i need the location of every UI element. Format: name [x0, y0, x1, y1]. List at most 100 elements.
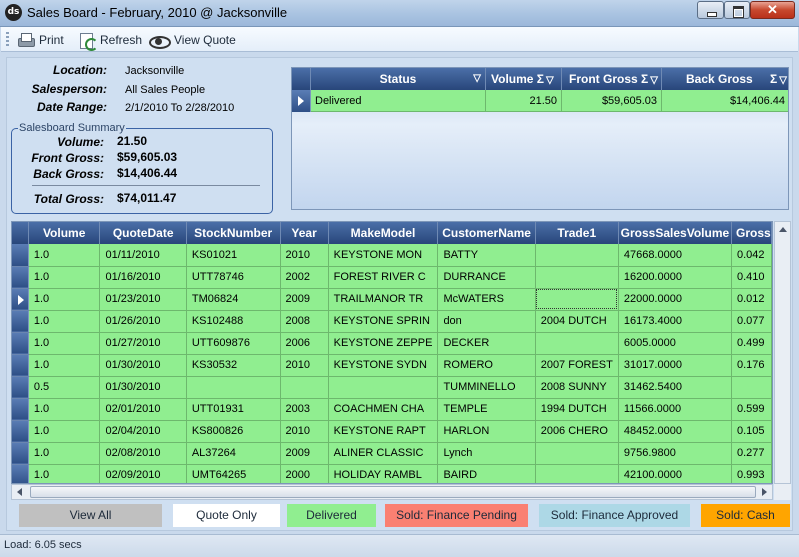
- customer-name-cell[interactable]: McWATERS: [437, 288, 536, 311]
- column-header-gross-sales-volume[interactable]: GrossSalesVolume: [618, 222, 733, 244]
- quote-date-cell[interactable]: 01/30/2010: [99, 376, 187, 399]
- row-selector[interactable]: [12, 442, 29, 465]
- title-bar[interactable]: ds Sales Board - February, 2010 @ Jackso…: [0, 0, 799, 27]
- table-row[interactable]: 1.0 01/27/2010 UTT609876 2006 KEYSTONE ZEPPE…: [12, 332, 772, 355]
- customer-name-cell[interactable]: TUMMINELLO: [437, 376, 536, 399]
- finance-pending-button[interactable]: Sold: Finance Pending: [385, 504, 528, 527]
- row-selector[interactable]: [12, 464, 29, 483]
- sales-grid[interactable]: Volume QuoteDate StockNumber Year MakeMo…: [11, 221, 773, 484]
- year-cell[interactable]: 2006: [280, 332, 329, 355]
- row-selector[interactable]: [12, 244, 29, 267]
- status-column-header[interactable]: Status ▽: [311, 68, 486, 90]
- year-cell[interactable]: 2010: [280, 354, 329, 377]
- customer-name-cell[interactable]: HARLON: [437, 420, 536, 443]
- filter-icon[interactable]: ▽: [650, 75, 658, 86]
- row-selector[interactable]: [12, 398, 29, 421]
- gross-cell[interactable]: [731, 376, 772, 399]
- volume-cell[interactable]: 1.0: [28, 310, 101, 333]
- quote-date-cell[interactable]: 01/30/2010: [99, 354, 187, 377]
- quote-date-cell[interactable]: 02/01/2010: [99, 398, 187, 421]
- year-cell[interactable]: 2010: [280, 420, 329, 443]
- gross-cell[interactable]: 0.042: [731, 244, 772, 267]
- customer-name-cell[interactable]: Lynch: [437, 442, 536, 465]
- make-model-cell[interactable]: ALINER CLASSIC: [328, 442, 439, 465]
- table-row[interactable]: 0.5 01/30/2010 TUMMINELLO 2008 SUNNY 31462.5…: [12, 376, 772, 399]
- sigma-icon[interactable]: Σ: [770, 72, 777, 86]
- vertical-scrollbar[interactable]: [774, 221, 791, 484]
- make-model-cell[interactable]: KEYSTONE RAPT: [328, 420, 439, 443]
- front-gross-column-header[interactable]: Front Gross Σ ▽: [562, 68, 662, 90]
- scroll-up-icon[interactable]: [779, 227, 787, 232]
- delivered-button[interactable]: Delivered: [287, 504, 376, 527]
- make-model-cell[interactable]: COACHMEN CHA: [328, 398, 439, 421]
- quote-date-cell[interactable]: 02/09/2010: [99, 464, 187, 483]
- gross-cell[interactable]: 0.277: [731, 442, 772, 465]
- volume-column-header[interactable]: Volume Σ ▽: [486, 68, 562, 90]
- make-model-cell[interactable]: KEYSTONE SYDN: [328, 354, 439, 377]
- stock-number-cell[interactable]: UMT64265: [186, 464, 281, 483]
- table-row[interactable]: 1.0 02/08/2010 AL37264 2009 ALINER CLASSIC Ly…: [12, 442, 772, 465]
- stock-number-cell[interactable]: UTT01931: [186, 398, 281, 421]
- gross-sales-volume-cell[interactable]: 47668.0000: [618, 244, 733, 267]
- stock-number-cell[interactable]: KS102488: [186, 310, 281, 333]
- table-row[interactable]: 1.0 01/30/2010 KS30532 2010 KEYSTONE SYDN ROM…: [12, 354, 772, 377]
- column-header-volume[interactable]: Volume: [28, 222, 101, 244]
- gross-cell[interactable]: 0.012: [731, 288, 772, 311]
- row-selector[interactable]: [12, 310, 29, 333]
- trade1-cell[interactable]: [535, 464, 619, 483]
- row-selector[interactable]: [12, 354, 29, 377]
- filter-icon[interactable]: ▽: [473, 68, 481, 90]
- sigma-icon[interactable]: Σ: [641, 72, 648, 86]
- table-row[interactable]: 1.0 02/04/2010 KS800826 2010 KEYSTONE RAPT HA…: [12, 420, 772, 443]
- stock-number-cell[interactable]: TM06824: [186, 288, 281, 311]
- scrollbar-thumb[interactable]: [30, 486, 756, 498]
- quote-only-button[interactable]: Quote Only: [173, 504, 280, 527]
- trade1-cell[interactable]: 2004 DUTCH: [535, 310, 619, 333]
- table-row[interactable]: 1.0 02/01/2010 UTT01931 2003 COACHMEN CHA TEM…: [12, 398, 772, 421]
- sigma-icon[interactable]: Σ: [537, 72, 544, 86]
- gross-cell[interactable]: 0.410: [731, 266, 772, 289]
- customer-name-cell[interactable]: DURRANCE: [437, 266, 536, 289]
- column-header-trade1[interactable]: Trade1: [535, 222, 619, 244]
- gross-sales-volume-cell[interactable]: 6005.0000: [618, 332, 733, 355]
- trade1-cell[interactable]: 1994 DUTCH: [535, 398, 619, 421]
- gross-sales-volume-cell[interactable]: 9756.9800: [618, 442, 733, 465]
- column-header-gross[interactable]: Gross: [731, 222, 772, 244]
- volume-cell[interactable]: 0.5: [28, 376, 101, 399]
- volume-cell[interactable]: 1.0: [28, 420, 101, 443]
- stock-number-cell[interactable]: UTT609876: [186, 332, 281, 355]
- gross-sales-volume-cell[interactable]: 22000.0000: [618, 288, 733, 311]
- table-row[interactable]: 1.0 01/23/2010 TM06824 2009 TRAILMANOR TR McW…: [12, 288, 772, 311]
- front-gross-cell[interactable]: $59,605.03: [562, 90, 662, 112]
- scroll-left-icon[interactable]: [17, 488, 22, 496]
- column-header-year[interactable]: Year: [280, 222, 329, 244]
- year-cell[interactable]: 2002: [280, 266, 329, 289]
- volume-cell[interactable]: 1.0: [28, 288, 101, 311]
- customer-name-cell[interactable]: BAIRD: [437, 464, 536, 483]
- stock-number-cell[interactable]: KS800826: [186, 420, 281, 443]
- volume-cell[interactable]: 1.0: [28, 442, 101, 465]
- year-cell[interactable]: 2003: [280, 398, 329, 421]
- column-header-stock-number[interactable]: StockNumber: [186, 222, 281, 244]
- customer-name-cell[interactable]: DECKER: [437, 332, 536, 355]
- stock-number-cell[interactable]: AL37264: [186, 442, 281, 465]
- year-cell[interactable]: 2009: [280, 288, 329, 311]
- year-cell[interactable]: 2009: [280, 442, 329, 465]
- status-summary-grid[interactable]: Status ▽ Volume Σ ▽ Front Gross Σ ▽ Back G…: [291, 67, 789, 210]
- quote-date-cell[interactable]: 01/23/2010: [99, 288, 187, 311]
- stock-number-cell[interactable]: KS30532: [186, 354, 281, 377]
- refresh-button[interactable]: Refresh: [78, 30, 142, 51]
- gross-cell[interactable]: 0.105: [731, 420, 772, 443]
- make-model-cell[interactable]: KEYSTONE SPRIN: [328, 310, 439, 333]
- gross-cell[interactable]: 0.599: [731, 398, 772, 421]
- volume-cell[interactable]: 21.50: [486, 90, 562, 112]
- customer-name-cell[interactable]: BATTY: [437, 244, 536, 267]
- gross-sales-volume-cell[interactable]: 16173.4000: [618, 310, 733, 333]
- gross-sales-volume-cell[interactable]: 48452.0000: [618, 420, 733, 443]
- stock-number-cell[interactable]: [186, 376, 281, 399]
- volume-cell[interactable]: 1.0: [28, 398, 101, 421]
- trade1-cell[interactable]: 2007 FOREST: [535, 354, 619, 377]
- quote-date-cell[interactable]: 01/26/2010: [99, 310, 187, 333]
- trade1-cell[interactable]: [535, 244, 619, 267]
- finance-approved-button[interactable]: Sold: Finance Approved: [539, 504, 690, 527]
